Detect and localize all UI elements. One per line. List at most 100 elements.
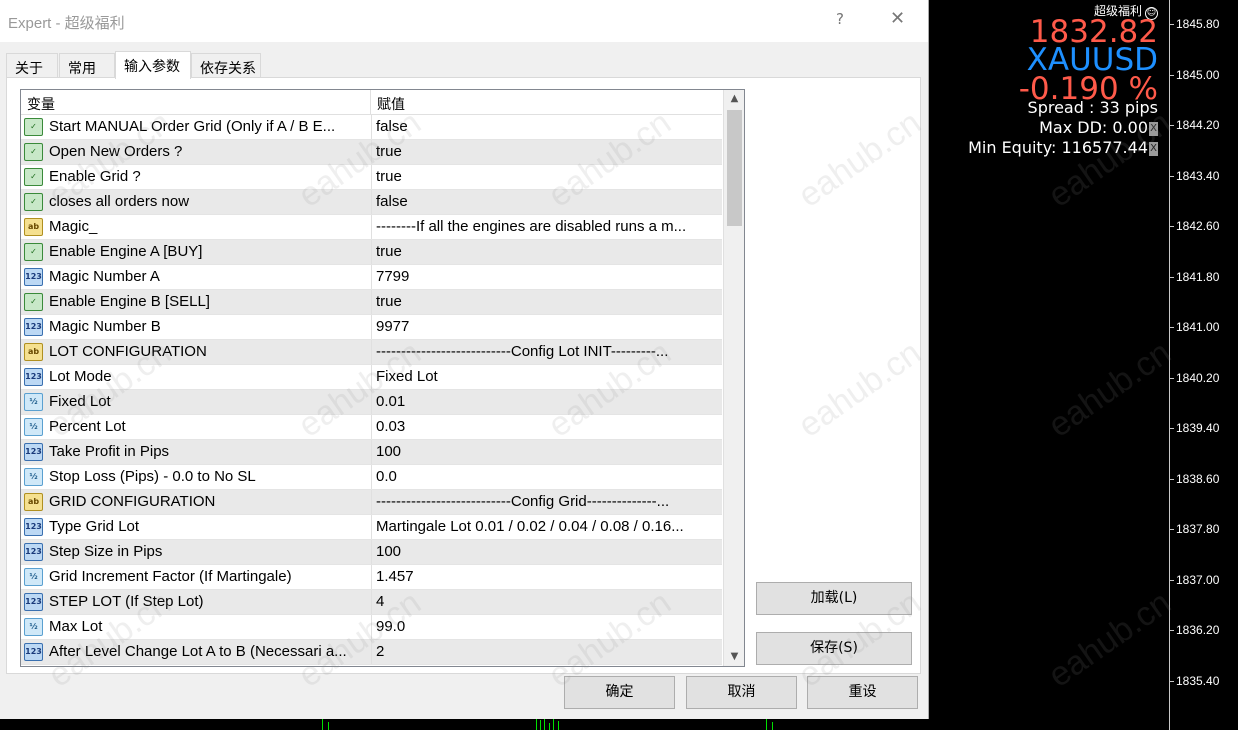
candle [536,718,537,730]
table-row[interactable]: 123 Take Profit in Pips 100 [21,440,722,465]
parameter-value[interactable]: 1.457 [376,565,718,589]
table-row[interactable]: 123 Magic Number B 9977 [21,315,722,340]
table-row[interactable]: 123 Step Size in Pips 100 [21,540,722,565]
table-row[interactable]: 123 After Level Change Lot A to B (Necess… [21,640,722,665]
price-tick-label: 1837.80 [1170,522,1238,536]
reset-button[interactable]: 重设 [807,676,918,709]
help-button[interactable]: ? [836,10,844,28]
integer-icon: 123 [24,643,43,661]
column-divider [371,340,372,364]
parameter-name: Type Grid Lot [49,518,140,535]
parameter-value[interactable]: Fixed Lot [376,365,718,389]
parameter-value[interactable]: 0.01 [376,390,718,414]
column-header-variable[interactable]: 变量 [21,90,371,115]
table-row[interactable]: ½ Percent Lot 0.03 [21,415,722,440]
parameter-value[interactable]: --------If all the engines are disabled … [376,215,718,239]
column-divider [371,240,372,264]
boolean-icon: ✓ [24,118,43,136]
parameter-value[interactable]: true [376,290,718,314]
table-row[interactable]: ab GRID CONFIGURATION --------------------… [21,490,722,515]
parameter-value[interactable]: true [376,240,718,264]
load-button[interactable]: 加载(L) [756,582,912,615]
parameter-value[interactable]: 2 [376,640,718,664]
save-button[interactable]: 保存(S) [756,632,912,665]
parameter-name: Magic_ [49,218,98,235]
parameter-value[interactable]: true [376,165,718,189]
parameter-value[interactable]: 100 [376,440,718,464]
table-row[interactable]: ½ Max Lot 99.0 [21,615,722,640]
max-dd-label: Max DD: 0.00 X [1039,118,1158,137]
column-divider [371,490,372,514]
column-divider [371,165,372,189]
parameter-value[interactable]: 0.03 [376,415,718,439]
table-row[interactable]: ½ Grid Increment Factor (If Martingale) 1.… [21,565,722,590]
table-row[interactable]: ab LOT CONFIGURATION ---------------------… [21,340,722,365]
parameter-value[interactable]: false [376,115,718,139]
parameter-value[interactable]: ---------------------------Config Grid--… [376,490,718,514]
tab-inputs[interactable]: 输入参数 [115,51,191,79]
table-row[interactable]: ½ Stop Loss (Pips) - 0.0 to No SL 0.0 [21,465,722,490]
column-divider [371,465,372,489]
parameter-name: Take Profit in Pips [49,443,170,460]
table-row[interactable]: 123 Lot Mode Fixed Lot [21,365,722,390]
parameter-value[interactable]: 7799 [376,265,718,289]
candle [772,722,773,730]
price-tick-label: 1837.00 [1170,573,1238,587]
double-icon: ½ [24,568,43,586]
table-row[interactable]: ✓ Enable Engine B [SELL] true [21,290,722,315]
parameter-value[interactable]: 100 [376,540,718,564]
price-tick-label: 1844.20 [1170,118,1238,132]
ok-button[interactable]: 确定 [564,676,675,709]
close-button[interactable]: ✕ [890,8,905,29]
tab-dependencies[interactable]: 依存关系 [191,53,261,78]
min-equity-label: Min Equity: 116577.44 X [968,138,1158,157]
table-row[interactable]: ✓ Open New Orders ? true [21,140,722,165]
parameter-value[interactable]: 9977 [376,315,718,339]
table-row[interactable]: ✓ Start MANUAL Order Grid (Only if A / B … [21,115,722,140]
double-icon: ½ [24,393,43,411]
parameter-name: STEP LOT (If Step Lot) [49,593,204,610]
parameter-value[interactable]: 4 [376,590,718,614]
parameter-value[interactable]: 99.0 [376,615,718,639]
table-row[interactable]: ✓ Enable Grid ? true [21,165,722,190]
table-row[interactable]: ✓ Enable Engine A [BUY] true [21,240,722,265]
candle [328,722,329,730]
price-tick-label: 1835.40 [1170,674,1238,688]
parameter-value[interactable]: true [376,140,718,164]
parameter-value[interactable]: Martingale Lot 0.01 / 0.02 / 0.04 / 0.08… [376,515,718,539]
close-icon[interactable]: X [1149,121,1158,136]
scroll-thumb[interactable] [727,110,742,226]
scroll-down-icon[interactable]: ▼ [724,648,744,666]
price-axis[interactable]: 1845.80 1845.00 1844.20 1843.40 1842.60 1841.… [1169,0,1238,730]
parameter-value[interactable]: false [376,190,718,214]
parameter-name: Fixed Lot [49,393,111,410]
parameter-value[interactable]: ---------------------------Config Lot IN… [376,340,718,364]
parameter-value[interactable]: 0.0 [376,465,718,489]
title-bar[interactable]: Expert - 超级福利 ? ✕ [0,0,928,42]
inputs-panel: 变量 赋值 ✓ Start MANUAL Order Grid (Only if … [6,77,921,674]
table-row[interactable]: 123 Type Grid Lot Martingale Lot 0.01 / 0.… [21,515,722,540]
parameter-name: Enable Engine A [BUY] [49,243,203,260]
parameter-name: closes all orders now [49,193,190,210]
table-row[interactable]: ab Magic_ --------If all the engines are d… [21,215,722,240]
column-header-value[interactable]: 赋值 [371,90,722,115]
vertical-scrollbar[interactable]: ▲ ▼ [723,90,744,666]
tab-about[interactable]: 关于 [6,53,58,78]
boolean-icon: ✓ [24,243,43,261]
tab-common[interactable]: 常用 [59,53,115,78]
string-icon: ab [24,218,43,236]
parameter-name: Magic Number B [49,318,161,335]
table-row[interactable]: 123 STEP LOT (If Step Lot) 4 [21,590,722,615]
parameter-name: Magic Number A [49,268,160,285]
table-row[interactable]: 123 Magic Number A 7799 [21,265,722,290]
integer-icon: 123 [24,318,43,336]
close-icon[interactable]: X [1149,141,1158,156]
column-divider [371,190,372,214]
parameters-table: 变量 赋值 ✓ Start MANUAL Order Grid (Only if … [20,89,745,667]
cancel-button[interactable]: 取消 [686,676,797,709]
price-tick-label: 1841.00 [1170,320,1238,334]
table-row[interactable]: ✓ closes all orders now false [21,190,722,215]
table-row[interactable]: ½ Fixed Lot 0.01 [21,390,722,415]
column-divider [371,115,372,139]
scroll-up-icon[interactable]: ▲ [724,90,744,108]
